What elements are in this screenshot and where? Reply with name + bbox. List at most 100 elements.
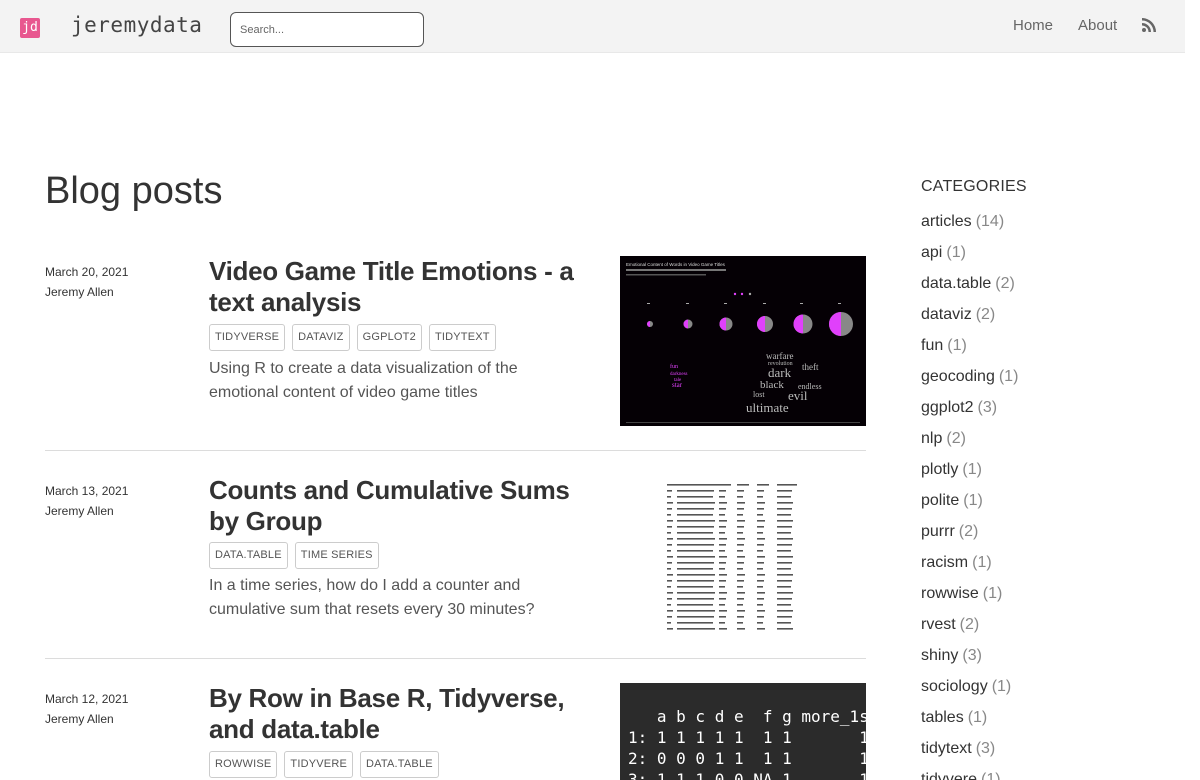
category-name[interactable]: tidyvere <box>921 771 977 780</box>
category-name[interactable]: tidytext <box>921 740 972 757</box>
word: star <box>672 381 683 389</box>
category-count: (1) <box>946 244 966 261</box>
post-thumbnail[interactable]: Emotional Content of Words in Video Game… <box>620 256 866 426</box>
tag[interactable]: DATA.TABLE <box>360 751 439 778</box>
category-name[interactable]: purrr <box>921 523 955 540</box>
category-count: (1) <box>972 554 992 571</box>
word: warfare <box>766 351 793 361</box>
site-logo[interactable]: jd <box>20 18 40 38</box>
category-count: (2) <box>958 523 979 540</box>
nav-about-link[interactable]: About <box>1078 17 1117 34</box>
category-count: (2) <box>995 275 1015 292</box>
category-name[interactable]: dataviz <box>921 306 972 323</box>
tag[interactable]: DATA.TABLE <box>209 542 288 569</box>
category-item[interactable]: shiny (3) <box>921 644 1018 675</box>
category-name[interactable]: polite <box>921 492 959 509</box>
category-name[interactable]: rvest <box>921 616 956 633</box>
post-author: Jeremy Allen <box>45 712 114 726</box>
category-item[interactable]: tidytext (3) <box>921 737 1018 768</box>
search-input[interactable] <box>230 12 424 47</box>
page-title: Blog posts <box>45 170 223 212</box>
nav-home-link[interactable]: Home <box>1013 17 1053 34</box>
site-title[interactable]: jeremydata <box>71 13 202 37</box>
word: lost <box>753 390 765 399</box>
tag[interactable]: ROWWISE <box>209 751 278 778</box>
category-item[interactable]: api (1) <box>921 241 1018 272</box>
category-name[interactable]: articles <box>921 213 972 230</box>
category-item[interactable]: data.table (2) <box>921 272 1018 303</box>
tag[interactable]: TIDYVERE <box>284 751 354 778</box>
post-date: March 12, 2021 <box>45 692 129 706</box>
category-name[interactable]: data.table <box>921 275 991 292</box>
post-title-link[interactable]: Video Game Title Emotions - a text analy… <box>209 256 574 318</box>
category-name[interactable]: geocoding <box>921 368 995 385</box>
category-item[interactable]: geocoding (1) <box>921 365 1018 396</box>
post-date: March 13, 2021 <box>45 484 129 498</box>
category-item[interactable]: articles (14) <box>921 210 1018 241</box>
category-item[interactable]: tables (1) <box>921 706 1018 737</box>
category-count: (1) <box>991 678 1012 695</box>
category-name[interactable]: ggplot2 <box>921 399 974 416</box>
category-count: (1) <box>967 709 988 726</box>
category-item[interactable]: nlp (2) <box>921 427 1018 458</box>
post-tags: DATA.TABLE TIME SERIES <box>209 542 379 569</box>
code-output-image: a b c d e f g more_1s 1: 1 1 1 1 1 1 1 12… <box>628 707 866 780</box>
thumb-title: Emotional Content of Words in Video Game… <box>626 262 726 267</box>
category-count: (1) <box>962 461 982 478</box>
word: dark <box>768 365 792 380</box>
category-count: (3) <box>962 647 982 664</box>
categories-list: articles (14) api (1) data.table (2) dataviz (2… <box>921 210 1018 780</box>
category-item[interactable]: ggplot2 (3) <box>921 396 1018 427</box>
category-item[interactable]: sociology (1) <box>921 675 1018 706</box>
post-tags: ROWWISE TIDYVERE DATA.TABLE <box>209 751 439 778</box>
post-thumbnail[interactable]: a b c d e f g more_1s 1: 1 1 1 1 1 1 1 12… <box>620 683 866 780</box>
category-item[interactable]: plotly (1) <box>921 458 1018 489</box>
tag[interactable]: TIME SERIES <box>294 542 379 569</box>
category-item[interactable]: rvest (2) <box>921 613 1018 644</box>
category-item[interactable]: rowwise (1) <box>921 582 1018 613</box>
table-output-image <box>667 484 797 630</box>
category-name[interactable]: rowwise <box>921 585 979 602</box>
navbar: jd jeremydata Home About <box>0 0 1185 53</box>
post-author: Jeremy Allen <box>45 285 114 299</box>
word: darkness <box>670 372 688 377</box>
word: fun <box>670 363 678 370</box>
category-name[interactable]: api <box>921 244 942 261</box>
categories-heading: CATEGORIES <box>921 178 1027 195</box>
category-name[interactable]: racism <box>921 554 968 571</box>
tag[interactable]: TIDYVERSE <box>209 324 286 351</box>
category-count: (1) <box>982 585 1003 602</box>
category-count: (2) <box>959 616 980 633</box>
tag[interactable]: DATAVIZ <box>292 324 350 351</box>
category-name[interactable]: plotly <box>921 461 958 478</box>
category-count: (1) <box>963 492 983 509</box>
post-date: March 20, 2021 <box>45 265 129 279</box>
post-description: In a time series, how do I add a counter… <box>209 577 535 618</box>
post-divider <box>45 658 866 659</box>
category-item[interactable]: purrr (2) <box>921 520 1018 551</box>
category-count: (1) <box>998 368 1019 385</box>
category-item[interactable]: polite (1) <box>921 489 1018 520</box>
post-description: Using R to create a data visualization o… <box>209 360 518 401</box>
category-name[interactable]: shiny <box>921 647 958 664</box>
category-name[interactable]: nlp <box>921 430 942 447</box>
category-item[interactable]: fun (1) <box>921 334 1018 365</box>
tag[interactable]: TIDYTEXT <box>428 324 496 351</box>
post-tags: TIDYVERSE DATAVIZ GGPLOT2 TIDYTEXT <box>209 324 496 351</box>
category-item[interactable]: tidyvere (1) <box>921 768 1018 780</box>
rss-icon[interactable] <box>1142 18 1156 32</box>
post-title-link[interactable]: By Row in Base R, Tidyverse, and data.ta… <box>209 683 574 745</box>
category-name[interactable]: sociology <box>921 678 988 695</box>
category-name[interactable]: fun <box>921 337 943 354</box>
category-item[interactable]: dataviz (2) <box>921 303 1018 334</box>
post-title-link[interactable]: Counts and Cumulative Sums by Group <box>209 475 574 537</box>
category-item[interactable]: racism (1) <box>921 551 1018 582</box>
word: ultimate <box>746 400 789 415</box>
category-name[interactable]: tables <box>921 709 964 726</box>
category-count: (3) <box>975 740 996 757</box>
tag[interactable]: GGPLOT2 <box>356 324 422 351</box>
category-count: (1) <box>947 337 967 354</box>
category-count: (3) <box>977 399 998 416</box>
post-thumbnail[interactable] <box>665 481 813 631</box>
post-divider <box>45 450 866 451</box>
